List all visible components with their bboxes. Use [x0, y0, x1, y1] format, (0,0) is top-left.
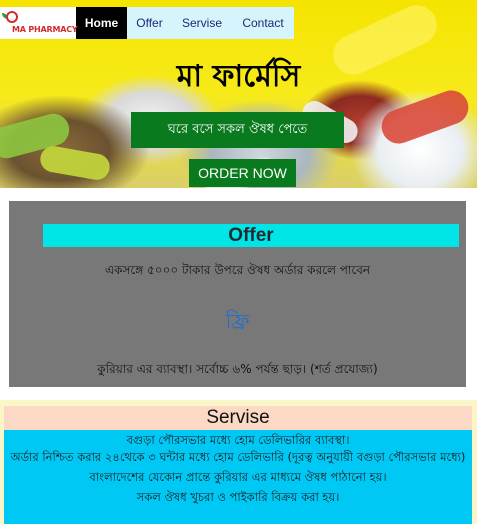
service-item: অর্ডার নিশ্চিত করার ২৪থেকে ৩ ঘন্টার মধ্য…: [10, 450, 466, 464]
logo[interactable]: MA PHARMACY: [0, 7, 78, 39]
nav-home[interactable]: Home: [76, 7, 127, 39]
service-item: বাংলাদেশের যেকোন প্রান্তে কুরিয়ার এর মা…: [89, 470, 387, 484]
order-now-button[interactable]: ORDER NOW: [189, 159, 296, 187]
nav-offer[interactable]: Offer: [127, 7, 172, 39]
logo-circle-icon: [6, 11, 18, 23]
service-item: বগুড়া পৌরসভার মধ্যে হোম ডেলিভারির ব্যাব…: [126, 433, 350, 447]
nav-contact[interactable]: Contact: [232, 7, 294, 39]
hero-tagline: ঘরে বসে সকল ঔষধ পেতে: [131, 112, 344, 148]
offer-terms: কুরিয়ার এর ব্যাবস্থা। সর্বোচ্চ ৬% পর্যন…: [97, 362, 378, 376]
pill-image: [38, 144, 112, 182]
offer-free-text: ফ্রি: [225, 309, 250, 333]
nav-servise[interactable]: Servise: [172, 7, 232, 39]
offer-description: একসঙ্গে ৫০০০ টাকার উপরে ঔষধ অর্ডার করলে …: [104, 263, 371, 277]
logo-text: MA PHARMACY: [12, 25, 78, 34]
servise-section: Servise বগুড়া পৌরসভার মধ্যে হোম ডেলিভার…: [0, 400, 477, 524]
servise-heading: Servise: [4, 406, 472, 430]
top-nav: MA PHARMACY Home Offer Servise Contact: [0, 7, 294, 39]
servise-body: বগুড়া পৌরসভার মধ্যে হোম ডেলিভারির ব্যাব…: [4, 430, 472, 524]
service-item: সকল ঔষধ খুচরা ও পাইকারি বিক্রয় করা হয়।: [136, 490, 340, 504]
site-title: মা ফার্মেসি: [176, 59, 301, 94]
offer-heading: Offer: [43, 224, 459, 247]
offer-section: Offer একসঙ্গে ৫০০০ টাকার উপরে ঔষধ অর্ডার…: [9, 201, 466, 387]
